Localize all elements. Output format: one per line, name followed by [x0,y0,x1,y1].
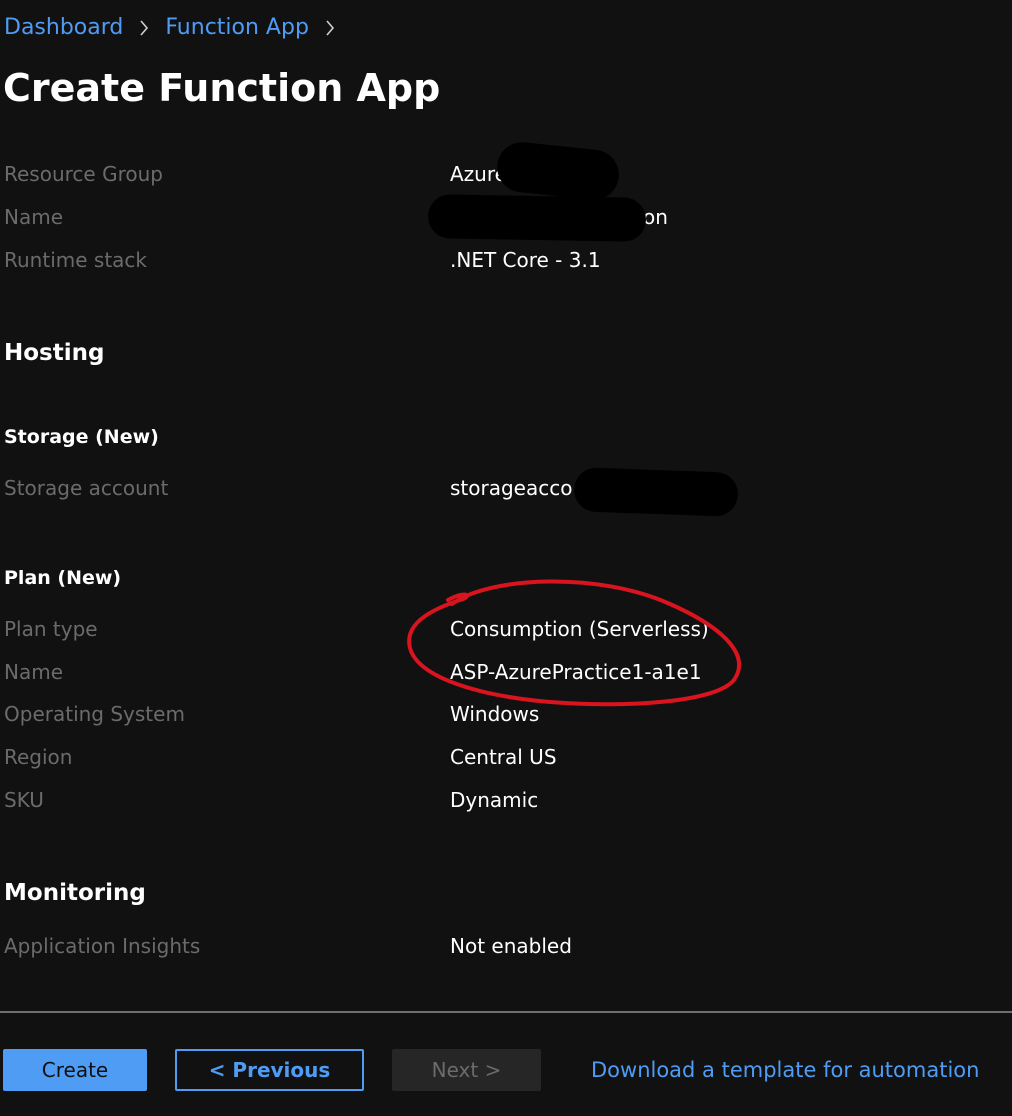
runtime-stack-row: Runtime stack .NET Core - 3.1 [0,245,1012,275]
operating-system-label: Operating System [4,702,185,726]
operating-system-row: Operating System Windows [0,699,1012,729]
storage-account-label: Storage account [4,476,169,500]
chevron-right-icon [137,19,151,37]
storage-account-value: storageacco [450,476,573,500]
monitoring-heading: Monitoring [4,880,146,906]
region-label: Region [4,745,73,769]
hosting-heading: Hosting [4,340,105,366]
redaction-mark [494,139,622,203]
download-template-link[interactable]: Download a template for automation [591,1055,979,1085]
create-function-app-review-page: Dashboard Function App Create Function A… [0,0,1012,1116]
storage-account-row: Storage account storageacco [0,473,1012,503]
page-title: Create Function App [3,66,441,110]
plan-name-row: Name ASP-AzurePractice1-a1e1 [0,657,1012,687]
breadcrumb-function-app-link[interactable]: Function App [165,12,309,44]
redaction-mark [427,194,647,242]
next-button[interactable]: Next > [392,1049,541,1091]
previous-button[interactable]: < Previous [175,1049,364,1091]
storage-heading: Storage (New) [4,426,159,448]
app-name-label: Name [4,205,64,229]
operating-system-value: Windows [450,702,540,726]
runtime-stack-value: .NET Core - 3.1 [450,248,601,272]
sku-row: SKU Dynamic [0,785,1012,815]
resource-group-label: Resource Group [4,162,163,186]
sku-value: Dynamic [450,788,539,812]
plan-type-row: Plan type Consumption (Serverless) [0,614,1012,644]
plan-type-label: Plan type [4,617,98,641]
footer-divider [0,1011,1012,1013]
plan-name-label: Name [4,660,64,684]
application-insights-label: Application Insights [4,934,201,958]
breadcrumb: Dashboard Function App [4,12,351,44]
chevron-right-icon [323,19,337,37]
application-insights-value: Not enabled [450,934,572,958]
redaction-mark [573,467,739,517]
app-name-value: on [643,205,668,229]
region-value: Central US [450,745,557,769]
runtime-stack-label: Runtime stack [4,248,147,272]
breadcrumb-dashboard-link[interactable]: Dashboard [4,12,123,44]
application-insights-row: Application Insights Not enabled [0,931,1012,961]
create-button[interactable]: Create [3,1049,147,1091]
plan-type-value: Consumption (Serverless) [450,617,709,641]
plan-heading: Plan (New) [4,567,122,589]
sku-label: SKU [4,788,44,812]
region-row: Region Central US [0,742,1012,772]
plan-name-value: ASP-AzurePractice1-a1e1 [450,660,702,684]
